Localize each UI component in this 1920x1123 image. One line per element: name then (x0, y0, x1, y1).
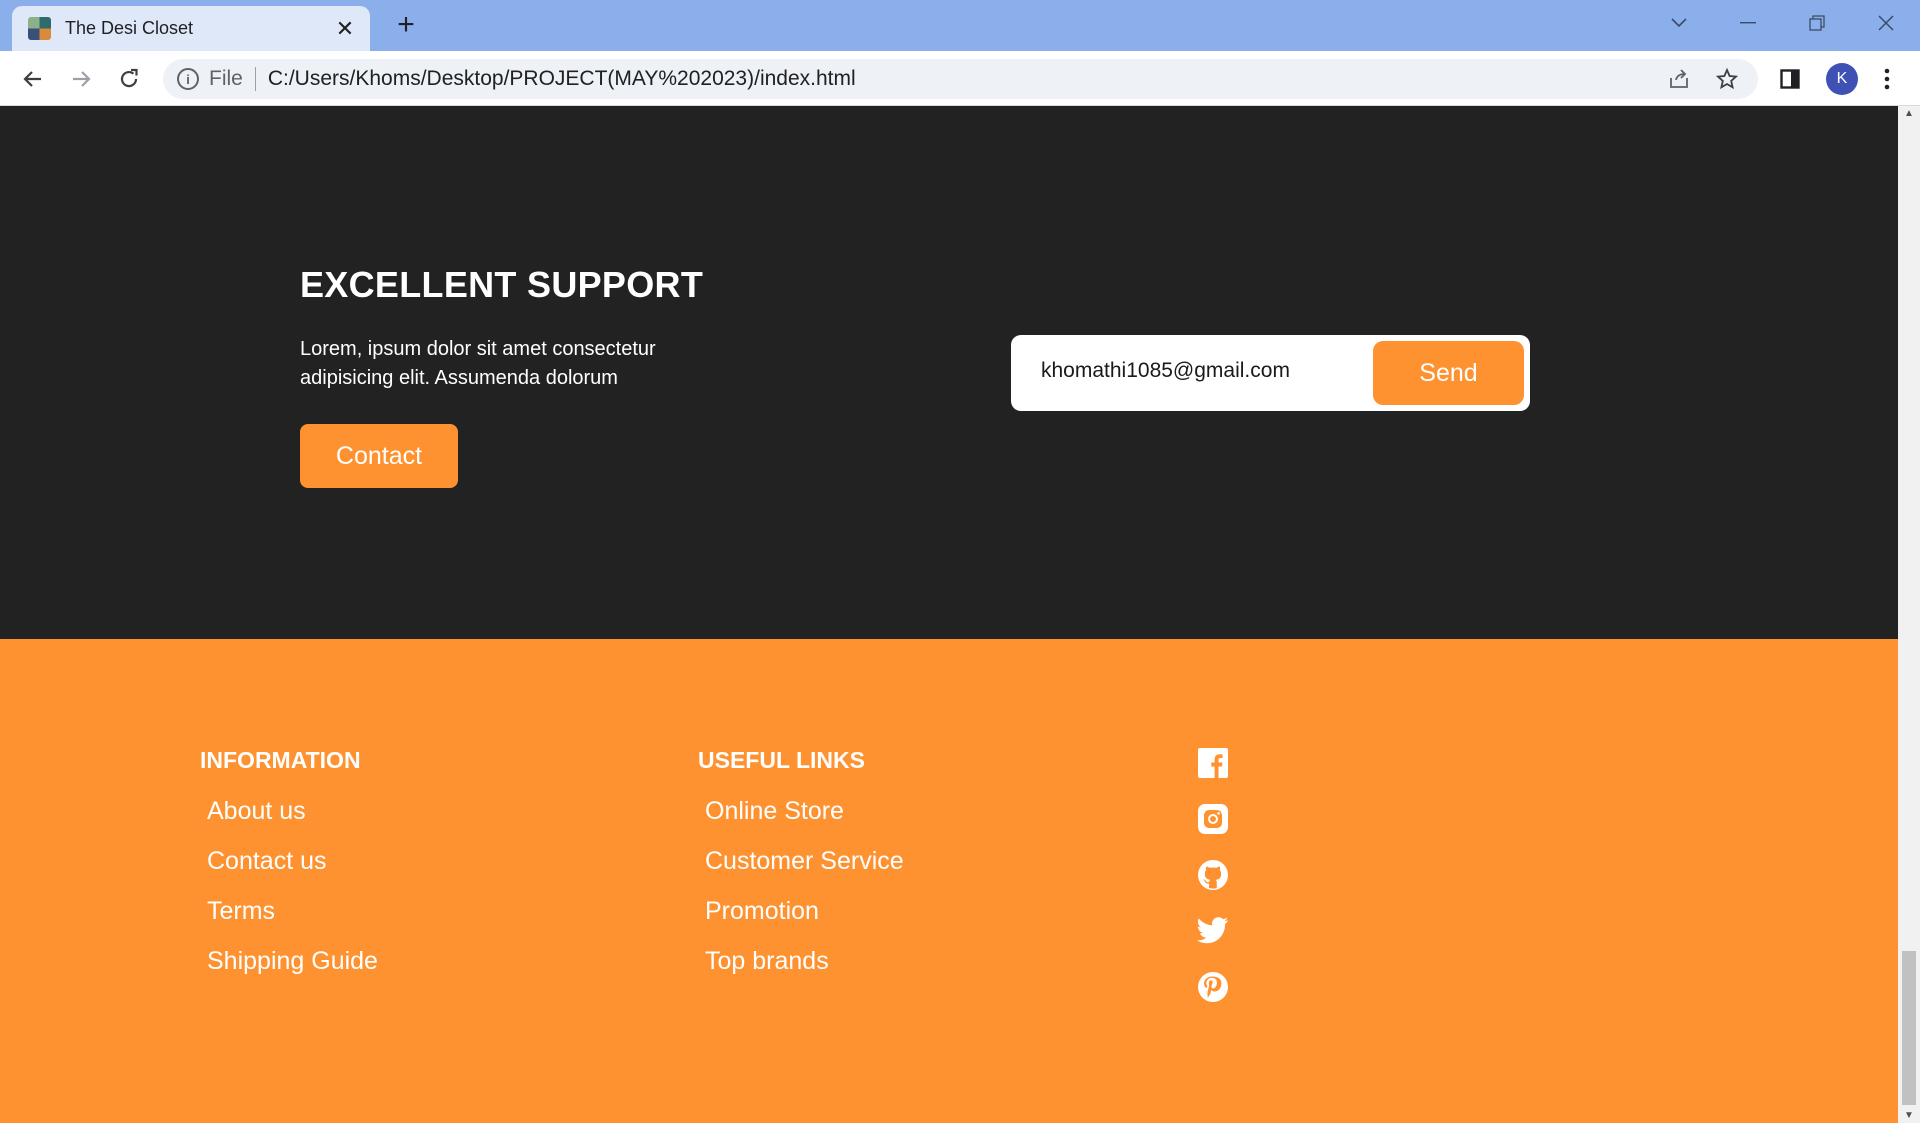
site-info-icon[interactable]: i (177, 68, 199, 90)
github-icon[interactable] (1197, 859, 1229, 891)
tab-search-icon[interactable] (1644, 0, 1713, 45)
instagram-icon[interactable] (1197, 803, 1229, 835)
email-input[interactable]: khomathi1085@gmail.com (1041, 359, 1290, 383)
twitter-icon[interactable] (1197, 915, 1229, 947)
information-column: INFORMATION About us Contact us Terms Sh… (200, 747, 378, 994)
support-description: Lorem, ipsum dolor sit amet consectetur … (300, 338, 656, 389)
useful-links: Online Store Customer Service Promotion … (698, 794, 904, 994)
footer-link-about-us[interactable]: About us (207, 794, 378, 844)
forward-arrow-icon[interactable] (61, 59, 101, 99)
footer-link-terms[interactable]: Terms (207, 894, 378, 944)
browser-toolbar: i File C:/Users/Khoms/Desktop/PROJECT(MA… (0, 51, 1920, 106)
restore-icon[interactable] (1782, 0, 1851, 45)
page-viewport: EXCELLENT SUPPORT Lorem, ipsum dolor sit… (0, 106, 1898, 1123)
reload-icon[interactable] (109, 59, 149, 99)
window-controls (1644, 0, 1920, 45)
scroll-thumb[interactable] (1902, 951, 1916, 1105)
footer-link-online-store[interactable]: Online Store (705, 794, 904, 844)
url-scheme-label: File (209, 67, 243, 90)
browser-tab[interactable]: The Desi Closet ✕ (12, 6, 370, 51)
site-favicon-icon (28, 17, 51, 40)
new-tab-button[interactable]: + (390, 9, 422, 41)
url-separator (254, 67, 256, 91)
facebook-icon[interactable] (1197, 747, 1229, 779)
footer-link-shipping-guide[interactable]: Shipping Guide (207, 944, 378, 994)
footer-link-promotion[interactable]: Promotion (705, 894, 904, 944)
bookmark-star-icon[interactable] (1710, 62, 1744, 96)
footer-link-contact-us[interactable]: Contact us (207, 844, 378, 894)
support-section: EXCELLENT SUPPORT Lorem, ipsum dolor sit… (0, 106, 1898, 639)
tab-close-icon[interactable]: ✕ (334, 16, 356, 42)
footer-link-customer-service[interactable]: Customer Service (705, 844, 904, 894)
support-heading: EXCELLENT SUPPORT (300, 264, 704, 305)
avatar: K (1826, 63, 1858, 95)
social-links (1197, 747, 1233, 1027)
page-scrollbar[interactable]: ▲ ▼ (1898, 106, 1920, 1123)
send-button[interactable]: Send (1373, 341, 1524, 405)
scroll-down-arrow-icon[interactable]: ▼ (1898, 1110, 1920, 1121)
scroll-up-arrow-icon[interactable]: ▲ (1898, 108, 1920, 119)
information-links: About us Contact us Terms Shipping Guide (200, 794, 378, 994)
address-bar[interactable]: i File C:/Users/Khoms/Desktop/PROJECT(MA… (163, 59, 1758, 99)
share-icon[interactable] (1662, 62, 1696, 96)
tab-strip: The Desi Closet ✕ + (0, 0, 1920, 51)
back-arrow-icon[interactable] (13, 59, 53, 99)
side-panel-icon[interactable] (1770, 59, 1810, 99)
pinterest-icon[interactable] (1197, 971, 1229, 1003)
close-window-icon[interactable] (1851, 0, 1920, 45)
information-heading: INFORMATION (200, 747, 361, 773)
useful-links-heading: USEFUL LINKS (698, 747, 865, 773)
url-text[interactable]: C:/Users/Khoms/Desktop/PROJECT(MAY%20202… (268, 67, 1662, 91)
useful-links-column: USEFUL LINKS Online Store Customer Servi… (698, 747, 904, 994)
contact-button[interactable]: Contact (300, 424, 458, 488)
footer-link-top-brands[interactable]: Top brands (705, 944, 904, 994)
tab-title: The Desi Closet (65, 18, 194, 38)
menu-kebab-icon[interactable] (1870, 59, 1904, 99)
minimize-icon[interactable] (1713, 0, 1782, 45)
newsletter-form: khomathi1085@gmail.com Send (1011, 335, 1530, 411)
profile-button[interactable]: K (1822, 59, 1862, 99)
footer: INFORMATION About us Contact us Terms Sh… (0, 639, 1898, 1123)
